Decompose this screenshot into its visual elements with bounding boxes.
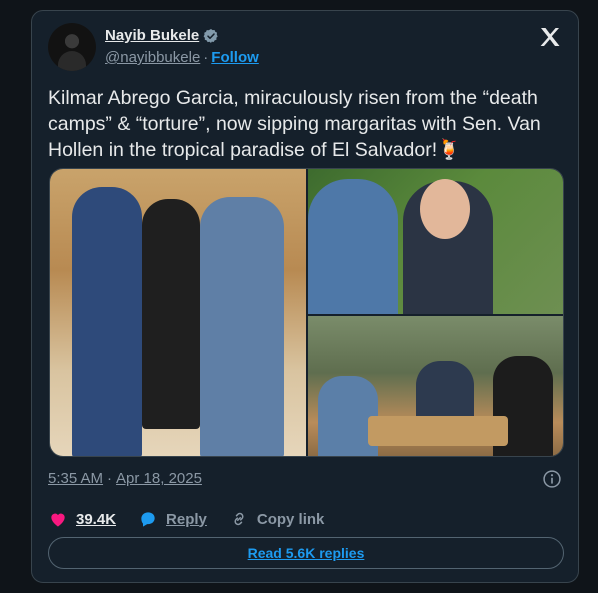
photo-closeup[interactable] [308,169,563,314]
action-bar: 39.4K Reply Copy link [48,509,346,529]
photo-table[interactable] [308,316,563,456]
x-logo-icon[interactable] [538,25,562,49]
copy-link-action[interactable]: Copy link [229,509,325,529]
reply-action[interactable]: Reply [138,509,207,529]
photo-handshake[interactable] [50,169,306,456]
author-name-row: Nayib Bukele [105,27,219,44]
like-count[interactable]: 39.4K [76,511,116,528]
tweet-text: Kilmar Abrego Garcia, miraculously risen… [48,87,541,161]
timestamp[interactable]: 5:35 AM · Apr 18, 2025 [48,470,202,487]
media-grid [49,168,564,457]
reply-label[interactable]: Reply [166,511,207,528]
handle-separator: · [203,49,209,66]
verified-badge-icon [203,28,218,43]
author-display-name[interactable]: Nayib Bukele [105,27,199,44]
link-icon [234,512,244,526]
tweet-time[interactable]: 5:35 AM [48,470,103,487]
reply-bubble-icon [141,512,155,527]
timestamp-separator: · [107,470,113,487]
avatar[interactable] [48,23,96,71]
like-action[interactable]: 39.4K [48,509,116,529]
follow-button[interactable]: Follow [211,49,259,66]
read-replies-button[interactable]: Read 5.6K replies [48,537,564,569]
copy-link-label[interactable]: Copy link [257,511,325,528]
author-handle-row: @nayibbukele · Follow [105,49,259,66]
info-icon[interactable] [542,469,562,489]
heart-icon [51,513,65,527]
tweet-card: Nayib Bukele @nayibbukele · Follow Kilma… [31,10,579,583]
tweet-date[interactable]: Apr 18, 2025 [116,470,202,487]
author-handle[interactable]: @nayibbukele [105,49,200,66]
